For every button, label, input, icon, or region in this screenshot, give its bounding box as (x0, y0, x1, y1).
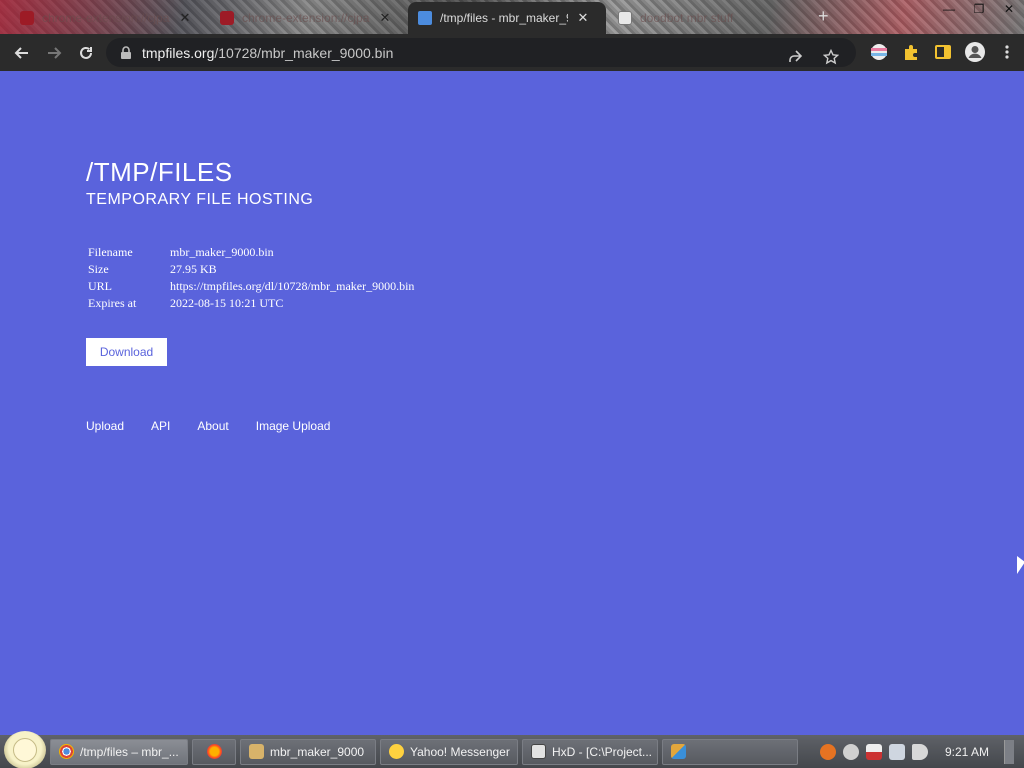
network-icon[interactable] (888, 743, 905, 760)
info-value: 27.95 KB (170, 262, 217, 276)
firefox-icon (206, 744, 222, 759)
taskbar-item-label: /tmp/files – mbr_... (80, 744, 179, 759)
link-about[interactable]: About (197, 419, 228, 433)
search-tray-icon[interactable] (819, 743, 836, 760)
taskbar-item-label: HxD - [C:\Project... (552, 744, 653, 759)
puzzle-extensions-icon[interactable] (900, 37, 922, 67)
smiley-start-icon (13, 737, 37, 762)
taskbar-item-label: Yahoo! Messenger (410, 744, 510, 759)
taskbar-item-firefox[interactable] (192, 738, 236, 765)
smiley-tray-icon[interactable] (842, 743, 859, 760)
info-row-filename: Filename mbr_maker_9000.bin (88, 244, 414, 261)
info-row-url: URL https://tmpfiles.org/dl/10728/mbr_ma… (88, 278, 414, 295)
link-api[interactable]: API (151, 419, 170, 433)
tab-3-active[interactable]: /tmp/files - mbr_maker_9 ✕ (408, 2, 606, 34)
footer-links: Upload API About Image Upload (86, 419, 357, 433)
taskbar-item-label: mbr_maker_9000 (270, 744, 365, 759)
link-upload[interactable]: Upload (86, 419, 124, 433)
ublock-icon (20, 11, 34, 25)
binary-file-icon (618, 11, 632, 25)
tmpfiles-icon (418, 11, 432, 25)
start-button[interactable] (4, 730, 46, 768)
info-value: mbr_maker_9000.bin (170, 245, 274, 259)
taskbar-item-chrome[interactable]: /tmp/files – mbr_... (50, 738, 188, 765)
tab-title: /tmp/files - mbr_maker_9 (440, 11, 568, 25)
arrow-left-icon (14, 46, 28, 59)
info-value: https://tmpfiles.org/dl/10728/mbr_maker_… (170, 279, 415, 293)
address-bar[interactable]: tmpfiles.org/10728/mbr_maker_9000.bin (106, 38, 856, 67)
url-host: tmpfiles.org (142, 44, 215, 61)
volume-icon[interactable] (911, 743, 928, 760)
link-image-upload[interactable]: Image Upload (256, 419, 331, 433)
folder-icon (249, 744, 264, 759)
forward-button[interactable] (38, 37, 70, 69)
page-title: /TMP/FILES (86, 157, 233, 187)
tab-title: chrome-extension://cjpa (42, 11, 170, 25)
info-value: 2022-08-15 10:21 UTC (170, 296, 284, 310)
profile-avatar-icon[interactable] (964, 37, 986, 67)
info-key: URL (88, 279, 112, 293)
tab-1[interactable]: chrome-extension://cjpa ✕ (10, 2, 202, 34)
tab-close-icon[interactable]: ✕ (178, 10, 192, 26)
yahoo-messenger-icon (389, 744, 404, 759)
tab-strip: chrome-extension://cjpa ✕ chrome-extensi… (0, 0, 1024, 34)
toolbar-right (868, 37, 1018, 67)
browser-toolbar: tmpfiles.org/10728/mbr_maker_9000.bin (0, 34, 1024, 71)
url-path: /10728/mbr_maker_9000.bin (214, 44, 394, 61)
side-panel-icon[interactable] (932, 37, 954, 67)
share-icon[interactable] (784, 42, 806, 72)
download-button[interactable]: Download (86, 338, 167, 366)
url-text: tmpfiles.org/10728/mbr_maker_9000.bin (142, 45, 393, 61)
tab-title: doodbot mbr stuff (640, 11, 734, 25)
ublock-icon (220, 11, 234, 25)
file-info-table: Filename mbr_maker_9000.bin Size 27.95 K… (88, 244, 414, 312)
mouse-cursor (1017, 556, 1024, 574)
show-desktop-button[interactable] (1004, 739, 1014, 764)
info-row-size: Size 27.95 KB (88, 261, 414, 278)
taskbar-item-yahoo-messenger[interactable]: Yahoo! Messenger (380, 738, 518, 765)
chrome-icon (59, 744, 74, 759)
info-key: Filename (88, 245, 133, 259)
page-content: /TMP/FILES TEMPORARY FILE HOSTING Filena… (0, 71, 1024, 735)
tab-close-icon[interactable]: ✕ (378, 10, 392, 26)
tab-2[interactable]: chrome-extension://cjpa ✕ (210, 2, 402, 34)
reload-button[interactable] (70, 37, 102, 69)
tab-4[interactable]: doodbot mbr stuff (608, 2, 778, 34)
taskbar-item-hxd[interactable]: HxD - [C:\Project... (522, 738, 658, 765)
page-subtitle: TEMPORARY FILE HOSTING (86, 191, 314, 208)
tab-close-icon[interactable]: ✕ (576, 10, 590, 26)
lock-icon (121, 45, 131, 59)
window-controls: — ❐ ✕ (934, 0, 1024, 18)
info-key: Size (88, 262, 109, 276)
taskbar-item-app[interactable] (662, 738, 798, 765)
system-tray: 9:21 AM (812, 735, 1024, 768)
maximize-icon[interactable]: ❐ (964, 0, 994, 18)
close-window-icon[interactable]: ✕ (994, 0, 1024, 18)
taskbar: /tmp/files – mbr_... mbr_maker_9000 Yaho… (0, 730, 1024, 768)
arrow-right-icon (48, 46, 62, 59)
app-icon (671, 744, 686, 759)
hxd-icon (531, 744, 546, 759)
new-tab-button[interactable]: + (818, 6, 829, 27)
info-row-expires: Expires at 2022-08-15 10:21 UTC (88, 295, 414, 312)
back-button[interactable] (6, 37, 38, 69)
reload-icon (80, 46, 92, 59)
kebab-menu-icon[interactable] (996, 37, 1018, 67)
action-center-flag-icon[interactable] (865, 743, 882, 760)
info-key: Expires at (88, 296, 137, 310)
taskbar-clock[interactable]: 9:21 AM (945, 745, 989, 759)
tab-title: chrome-extension://cjpa (242, 11, 370, 25)
taskbar-item-folder[interactable]: mbr_maker_9000 (240, 738, 376, 765)
bookmark-star-icon[interactable] (820, 42, 842, 72)
minimize-icon[interactable]: — (934, 0, 964, 18)
omnibox-actions (784, 42, 842, 72)
extension-flag-icon[interactable] (868, 37, 890, 67)
